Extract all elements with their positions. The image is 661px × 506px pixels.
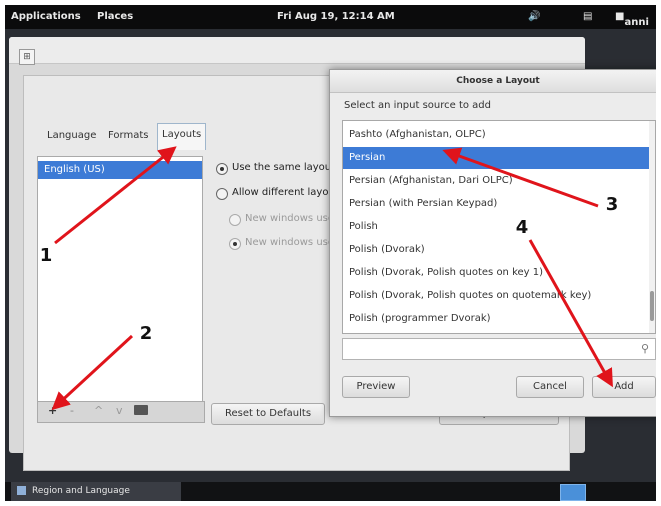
- callout-number: 1: [39, 245, 53, 266]
- dialog-title: Choose a Layout: [330, 70, 656, 93]
- layout-list[interactable]: Pashto (Afghanistan, OLPC) Persian Persi…: [342, 120, 656, 334]
- list-item[interactable]: Polish (Dvorak, Polish quotes on quotema…: [343, 285, 655, 307]
- add-input-source-button[interactable]: +: [48, 404, 57, 417]
- scrollbar-thumb[interactable]: [650, 291, 654, 321]
- list-item[interactable]: Persian (Afghanistan, Dari OLPC): [343, 170, 655, 192]
- input-sources-list[interactable]: English (US): [37, 156, 203, 403]
- list-item[interactable]: Polish (Dvorak): [343, 239, 655, 261]
- dialog-subtitle: Select an input source to add: [344, 100, 492, 111]
- callout-number: 4: [515, 217, 529, 238]
- taskbar-item-region-language[interactable]: Region and Language: [11, 482, 181, 501]
- network-icon[interactable]: ▤: [583, 11, 592, 22]
- list-item[interactable]: Polish: [343, 216, 655, 238]
- tab-formats[interactable]: Formats: [104, 125, 152, 147]
- places-menu[interactable]: Places: [97, 11, 133, 22]
- list-scrollbar[interactable]: [649, 121, 655, 333]
- tab-layouts[interactable]: Layouts: [157, 123, 207, 150]
- list-item[interactable]: Pashto (Afghanistan, OLPC): [343, 124, 655, 146]
- tab-language[interactable]: Language: [43, 125, 100, 147]
- window-icon: [17, 486, 26, 495]
- bottom-panel: Region and Language: [5, 482, 656, 501]
- list-toolbar: + - ^ v: [37, 401, 205, 423]
- callout-number: 3: [605, 194, 619, 215]
- list-item[interactable]: Polish (programmer Dvorak): [343, 308, 655, 330]
- different-layouts-label: Allow different layouts for individual w…: [232, 187, 330, 198]
- list-item[interactable]: Polish (Dvorak, Polish quotes on key 1): [343, 262, 655, 284]
- choose-layout-dialog: Choose a Layout Select an input source t…: [329, 69, 656, 417]
- clock[interactable]: Fri Aug 19, 12:14 AM: [277, 11, 395, 22]
- default-layout-radio[interactable]: [229, 214, 241, 226]
- applications-menu[interactable]: Applications: [11, 11, 81, 22]
- active-layout-label: New windows use the active window's layo…: [245, 237, 330, 248]
- default-layout-label: New windows use the default layout: [245, 213, 330, 224]
- same-layout-label: Use the same layout for all windows: [232, 162, 330, 173]
- active-layout-radio[interactable]: [229, 238, 241, 250]
- search-input[interactable]: ⚲: [342, 338, 656, 360]
- different-layouts-radio[interactable]: [216, 188, 228, 200]
- keyboard-icon[interactable]: [134, 405, 148, 415]
- move-down-button[interactable]: v: [116, 404, 123, 417]
- speaker-icon[interactable]: 🔊: [528, 11, 540, 22]
- list-item[interactable]: English (US): [38, 161, 202, 179]
- preview-button[interactable]: Preview: [342, 376, 410, 398]
- add-button[interactable]: Add: [592, 376, 656, 398]
- remove-input-source-button[interactable]: -: [70, 404, 74, 417]
- list-item[interactable]: Persian: [343, 147, 655, 169]
- move-up-button[interactable]: ^: [94, 404, 103, 417]
- top-panel: Applications Places Fri Aug 19, 12:14 AM…: [5, 5, 656, 29]
- lock-icon[interactable]: ⊞: [19, 49, 35, 65]
- search-icon: ⚲: [640, 342, 649, 355]
- same-layout-radio[interactable]: [216, 163, 228, 175]
- desktop: Applications Places Fri Aug 19, 12:14 AM…: [5, 5, 656, 501]
- callout-number: 2: [139, 323, 153, 344]
- user-name: anni: [624, 17, 649, 28]
- user-menu[interactable]: ■ anni: [615, 11, 649, 28]
- workspace-icon[interactable]: [560, 484, 586, 501]
- window-titlebar: [9, 37, 585, 64]
- cancel-button[interactable]: Cancel: [516, 376, 584, 398]
- reset-to-defaults-button[interactable]: Reset to Defaults: [211, 403, 325, 425]
